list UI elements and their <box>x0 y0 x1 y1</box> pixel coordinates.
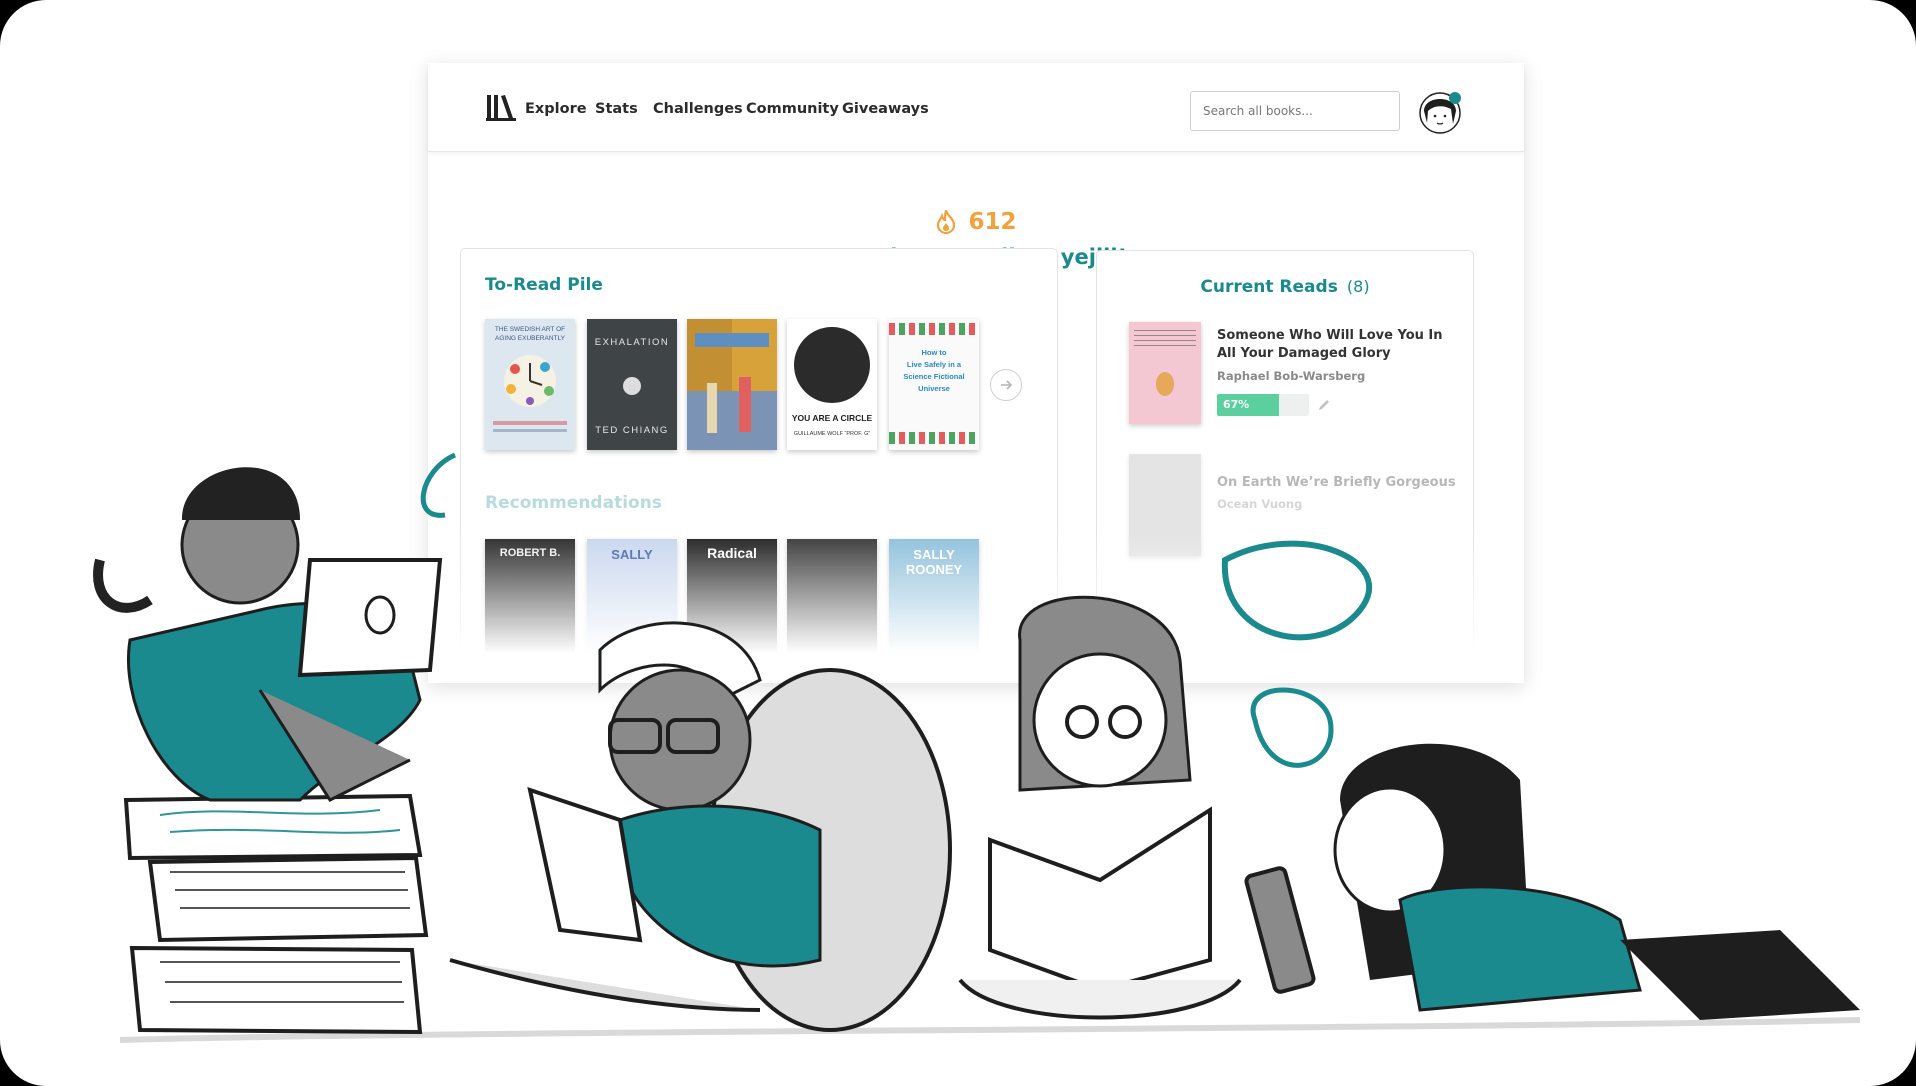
reader-cap <box>449 621 952 1032</box>
reader-laptop <box>93 452 457 802</box>
readers-illustration <box>93 452 1861 1043</box>
promo-canvas: Explore Stats Challenges Community Givea… <box>0 0 1916 1086</box>
reader-tablet <box>1244 743 1860 1020</box>
reader-glasses <box>958 540 1372 1020</box>
